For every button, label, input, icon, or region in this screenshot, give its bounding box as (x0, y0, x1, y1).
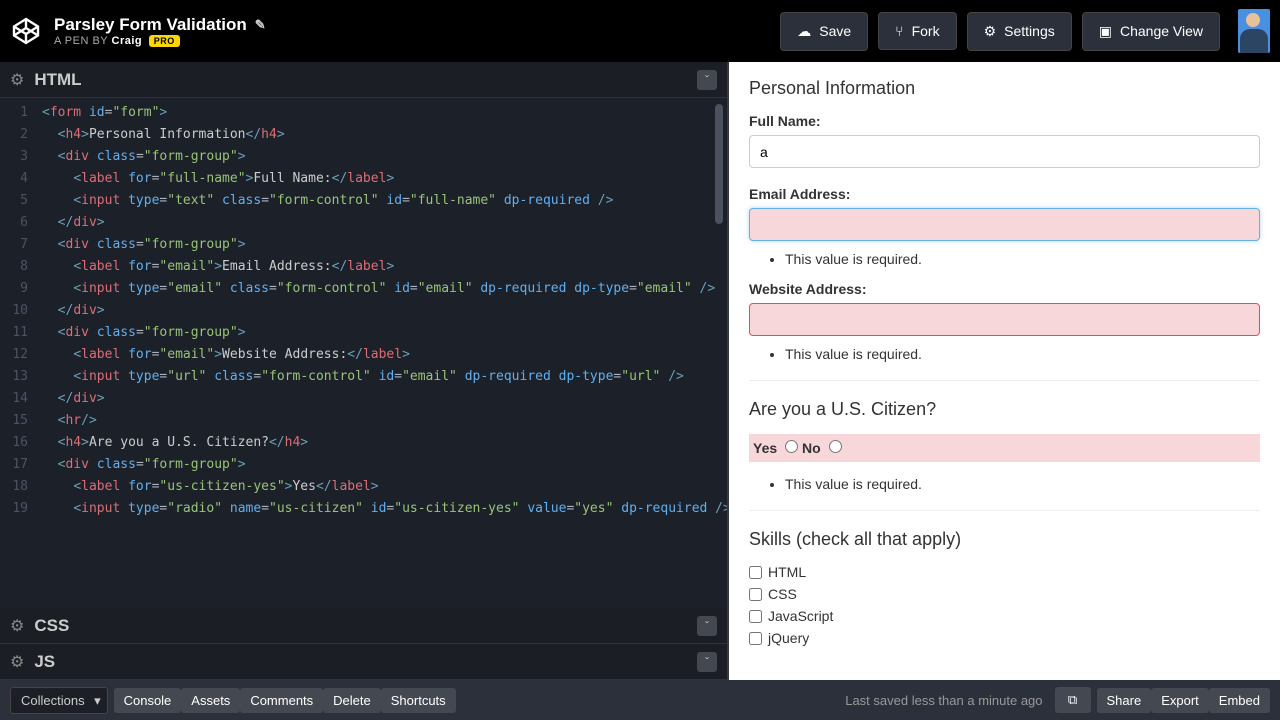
embed-button[interactable]: Embed (1209, 688, 1270, 713)
collections-dropdown[interactable]: Collections (10, 687, 108, 714)
html-chevron-down-icon[interactable]: ˇ (697, 70, 717, 90)
html-gear-icon[interactable]: ⚙ (10, 70, 24, 90)
skill-label: jQuery (768, 630, 809, 646)
settings-button[interactable]: ⚙ Settings (967, 12, 1072, 51)
preview-pane: Personal Information Full Name: Email Ad… (729, 62, 1280, 680)
delete-button[interactable]: Delete (323, 688, 381, 713)
main-area: ⚙ HTML ˇ 12345678910111213141516171819 <… (0, 62, 1280, 680)
top-header: Parsley Form Validation ✎ A PEN BY Craig… (0, 0, 1280, 62)
author-prefix: A PEN BY (54, 35, 108, 47)
fullname-label: Full Name: (749, 113, 1260, 129)
js-panel-title: JS (34, 652, 697, 672)
cloud-icon: ☁ (797, 23, 811, 40)
email-label: Email Address: (749, 186, 1260, 202)
shortcuts-button[interactable]: Shortcuts (381, 688, 456, 713)
citizen-no-label: No (802, 440, 821, 456)
fullname-input[interactable] (749, 135, 1260, 168)
view-icon: ▣ (1099, 23, 1112, 40)
pen-title[interactable]: Parsley Form Validation (54, 15, 247, 35)
edit-title-icon[interactable]: ✎ (255, 17, 266, 33)
section-citizen: Are you a U.S. Citizen? (749, 399, 1260, 420)
fork-icon: ⑂ (895, 23, 903, 39)
comments-button[interactable]: Comments (240, 688, 323, 713)
section-skills: Skills (check all that apply) (749, 529, 1260, 550)
save-status: Last saved less than a minute ago (845, 693, 1042, 708)
html-panel-header: ⚙ HTML ˇ (0, 62, 727, 98)
skill-label: JavaScript (768, 608, 833, 624)
html-panel: ⚙ HTML ˇ 12345678910111213141516171819 <… (0, 62, 727, 608)
citizen-radio-group: Yes No (749, 434, 1260, 462)
pro-badge: PRO (149, 35, 180, 47)
change-view-button[interactable]: ▣ Change View (1082, 12, 1220, 51)
divider (749, 380, 1260, 381)
css-panel-header: ⚙ CSS ˇ (0, 608, 727, 644)
skill-row: CSS (749, 586, 1260, 602)
header-actions: ☁ Save ⑂ Fork ⚙ Settings ▣ Change View (780, 9, 1270, 53)
save-button[interactable]: ☁ Save (780, 12, 868, 51)
user-avatar[interactable] (1238, 9, 1270, 53)
external-icon: ⧉ (1065, 692, 1081, 708)
divider (749, 510, 1260, 511)
title-block: Parsley Form Validation ✎ A PEN BY Craig… (54, 15, 780, 47)
skill-checkbox[interactable] (749, 632, 762, 645)
js-panel-header: ⚙ JS ˇ (0, 644, 727, 680)
section-personal-info: Personal Information (749, 78, 1260, 99)
html-panel-title: HTML (34, 70, 697, 90)
citizen-error: This value is required. (785, 476, 1260, 492)
skill-row: jQuery (749, 630, 1260, 646)
skill-row: JavaScript (749, 608, 1260, 624)
skill-label: CSS (768, 586, 797, 602)
editors-column: ⚙ HTML ˇ 12345678910111213141516171819 <… (0, 62, 729, 680)
website-error: This value is required. (785, 346, 1260, 362)
code-content[interactable]: <form id="form"> <h4>Personal Informatio… (42, 102, 727, 520)
css-gear-icon[interactable]: ⚙ (10, 616, 24, 636)
citizen-yes-radio[interactable] (785, 440, 798, 453)
export-button[interactable]: Export (1151, 688, 1209, 713)
js-chevron-down-icon[interactable]: ˇ (697, 652, 717, 672)
website-label: Website Address: (749, 281, 1260, 297)
email-input[interactable] (749, 208, 1260, 241)
codepen-logo[interactable] (10, 15, 42, 47)
author-link[interactable]: Craig (112, 35, 143, 47)
skill-row: HTML (749, 564, 1260, 580)
citizen-no-radio[interactable] (829, 440, 842, 453)
skill-checkbox[interactable] (749, 588, 762, 601)
gear-icon: ⚙ (984, 23, 997, 40)
assets-button[interactable]: Assets (181, 688, 240, 713)
citizen-yes-label: Yes (753, 440, 777, 456)
css-panel-title: CSS (34, 616, 697, 636)
share-button[interactable]: Share (1097, 688, 1152, 713)
skill-checkbox[interactable] (749, 610, 762, 623)
bottom-toolbar: Collections ConsoleAssetsCommentsDeleteS… (0, 680, 1280, 720)
html-editor[interactable]: 12345678910111213141516171819 <form id="… (0, 98, 727, 608)
css-chevron-down-icon[interactable]: ˇ (697, 616, 717, 636)
line-gutter: 12345678910111213141516171819 (0, 102, 36, 520)
fork-button[interactable]: ⑂ Fork (878, 12, 956, 50)
editor-scrollbar[interactable] (715, 104, 723, 224)
website-input[interactable] (749, 303, 1260, 336)
skill-checkbox[interactable] (749, 566, 762, 579)
skill-label: HTML (768, 564, 806, 580)
js-gear-icon[interactable]: ⚙ (10, 652, 24, 672)
email-error: This value is required. (785, 251, 1260, 267)
console-button[interactable]: Console (114, 688, 182, 713)
open-window-button[interactable]: ⧉ (1055, 687, 1091, 713)
